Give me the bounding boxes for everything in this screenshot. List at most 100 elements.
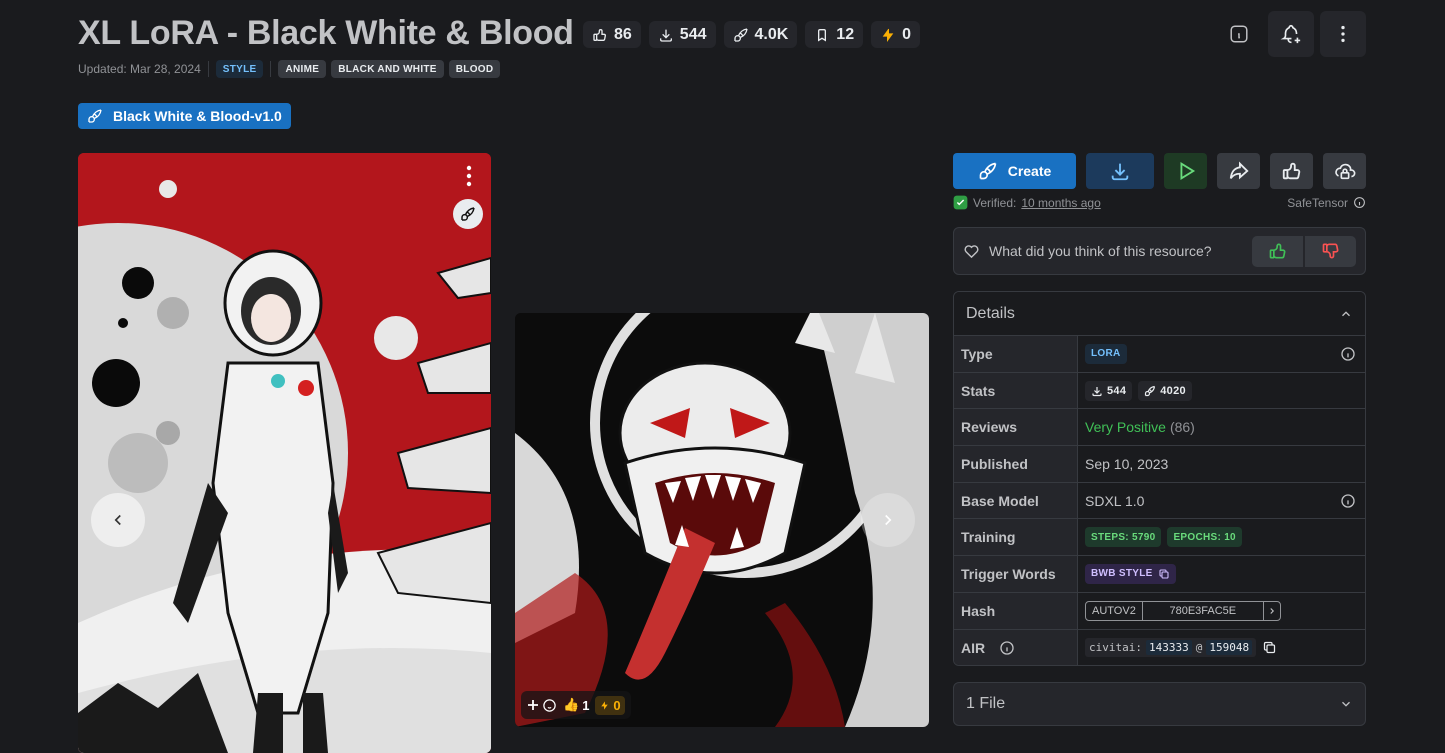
download-icon bbox=[659, 29, 672, 42]
trigger-word-badge[interactable]: BWB STYLE bbox=[1085, 563, 1176, 584]
share-button[interactable] bbox=[1217, 153, 1260, 189]
details-row-type: Type LORA bbox=[954, 336, 1365, 373]
bell-plus-icon bbox=[1280, 24, 1301, 44]
brush-icon bbox=[733, 27, 748, 42]
dots-vertical-icon bbox=[1341, 25, 1345, 43]
thumb-up-icon bbox=[593, 28, 607, 41]
brush-icon bbox=[461, 207, 475, 221]
air-label: AIR bbox=[961, 639, 986, 656]
details-heading: Details bbox=[966, 304, 1015, 322]
likes-stat: 86 bbox=[583, 21, 641, 48]
info-circle-icon[interactable] bbox=[1340, 346, 1356, 362]
image-menu-button[interactable] bbox=[457, 163, 481, 189]
cloud-save-button[interactable] bbox=[1323, 153, 1366, 189]
model-stats: 86 544 4.0K 12 0 bbox=[583, 21, 920, 48]
details-row-trigger-words: Trigger Words BWB STYLE bbox=[954, 556, 1365, 593]
review-question: What did you think of this resource? bbox=[963, 243, 1212, 260]
stats-label: Stats bbox=[954, 372, 1078, 409]
downloads-stat: 544 bbox=[648, 21, 716, 48]
hash-type: AUTOV2 bbox=[1086, 601, 1143, 620]
details-row-published: Published Sep 10, 2023 bbox=[954, 446, 1365, 483]
type-badge: LORA bbox=[1085, 343, 1127, 364]
updated-date: Updated: Mar 28, 2024 bbox=[78, 62, 201, 76]
astronaut-illustration bbox=[78, 153, 491, 753]
carousel-next-button[interactable] bbox=[861, 493, 915, 547]
base-model-value: SDXL 1.0 bbox=[1085, 492, 1145, 509]
review-thumbs-up-button[interactable] bbox=[1252, 235, 1303, 267]
hash-next-button[interactable] bbox=[1264, 602, 1280, 620]
version-button[interactable]: Black White & Blood-v1.0 bbox=[78, 103, 291, 129]
thumbs-up-emoji-icon: 👍 bbox=[563, 697, 580, 712]
details-row-hash: Hash AUTOV2 780E3FAC5E bbox=[954, 592, 1365, 630]
download-icon bbox=[1092, 386, 1102, 396]
info-icon bbox=[1230, 25, 1248, 43]
more-menu-button[interactable] bbox=[1320, 11, 1366, 57]
stats-downloads-count: 544 bbox=[1107, 384, 1127, 397]
divider bbox=[270, 61, 272, 77]
heart-icon bbox=[964, 244, 979, 258]
review-thumbs-down-button[interactable] bbox=[1305, 235, 1356, 267]
chevron-down-icon bbox=[1342, 701, 1350, 707]
thumb-up-icon bbox=[1282, 162, 1300, 180]
category-tag[interactable]: STYLE bbox=[215, 60, 264, 78]
remix-button[interactable] bbox=[453, 199, 483, 229]
stats-generations-count: 4020 bbox=[1160, 384, 1186, 397]
verified-time-link[interactable]: 10 months ago bbox=[1021, 196, 1100, 210]
add-reaction-button[interactable] bbox=[527, 698, 557, 713]
image-reactions: 👍 1 0 bbox=[521, 691, 631, 719]
details-row-base-model: Base Model SDXL 1.0 bbox=[954, 482, 1365, 520]
like-reaction[interactable]: 👍 1 bbox=[563, 697, 589, 713]
buzz-reaction[interactable]: 0 bbox=[595, 695, 625, 715]
downloads-count: 544 bbox=[679, 25, 707, 43]
file-format: SafeTensor bbox=[1287, 196, 1366, 210]
info-circle-icon[interactable] bbox=[1353, 196, 1366, 209]
info-button[interactable] bbox=[1216, 11, 1262, 57]
files-label: 1 File bbox=[966, 695, 1006, 712]
tag-anime[interactable]: ANIME bbox=[278, 60, 327, 78]
file-format-label: SafeTensor bbox=[1287, 195, 1348, 210]
tag-black-and-white[interactable]: BLACK AND WHITE bbox=[331, 60, 444, 78]
like-button[interactable] bbox=[1270, 153, 1313, 189]
hash-label: Hash bbox=[954, 592, 1078, 629]
air-model-id: 143333 bbox=[1145, 640, 1192, 656]
notify-button[interactable] bbox=[1268, 11, 1314, 57]
page-title: XL LoRA - Black White & Blood bbox=[78, 14, 574, 52]
files-accordion[interactable]: 1 File bbox=[953, 682, 1366, 726]
hash-value: 780E3FAC5E bbox=[1143, 601, 1264, 620]
carousel-prev-button[interactable] bbox=[91, 493, 145, 547]
gallery-image-astronaut[interactable] bbox=[78, 153, 491, 753]
smile-icon bbox=[543, 698, 556, 712]
air-identifier[interactable]: civitai: 143333 @ 159048 bbox=[1085, 638, 1257, 658]
like-reaction-count: 1 bbox=[582, 697, 590, 713]
cloud-lock-icon bbox=[1334, 163, 1355, 180]
base-model-label: Base Model bbox=[954, 482, 1078, 519]
air-separator: @ bbox=[1195, 641, 1203, 655]
buzz-stat: 0 bbox=[871, 21, 920, 48]
details-toggle[interactable]: Details bbox=[954, 292, 1365, 336]
thumb-up-icon bbox=[1269, 243, 1286, 259]
brush-icon bbox=[1145, 385, 1156, 396]
type-label: Type bbox=[954, 336, 1078, 372]
hash-field[interactable]: AUTOV2 780E3FAC5E bbox=[1085, 600, 1281, 621]
review-prompt: What did you think of this resource? bbox=[953, 227, 1366, 275]
bookmark-icon bbox=[818, 28, 827, 42]
create-button[interactable]: Create bbox=[953, 153, 1076, 189]
download-button[interactable] bbox=[1086, 153, 1154, 189]
reviews-label: Reviews bbox=[954, 409, 1078, 446]
chevron-right-icon bbox=[885, 514, 892, 526]
bookmarks-count: 12 bbox=[836, 25, 855, 43]
run-button[interactable] bbox=[1164, 153, 1207, 189]
buzz-reaction-count: 0 bbox=[613, 697, 621, 713]
generations-count: 4.0K bbox=[754, 25, 789, 43]
plus-icon bbox=[528, 700, 538, 710]
review-buttons bbox=[1252, 235, 1356, 267]
copy-icon[interactable] bbox=[1262, 640, 1277, 655]
meta-row: Updated: Mar 28, 2024 STYLE ANIME BLACK … bbox=[78, 60, 501, 78]
tag-blood[interactable]: BLOOD bbox=[448, 60, 501, 78]
stats-downloads-badge: 544 bbox=[1085, 380, 1133, 401]
info-circle-icon[interactable] bbox=[1340, 493, 1356, 509]
reviews-rating-link[interactable]: Very Positive bbox=[1085, 419, 1166, 435]
top-actions bbox=[1216, 11, 1366, 57]
version-label: Black White & Blood-v1.0 bbox=[113, 108, 282, 124]
info-circle-icon[interactable] bbox=[999, 640, 1015, 656]
